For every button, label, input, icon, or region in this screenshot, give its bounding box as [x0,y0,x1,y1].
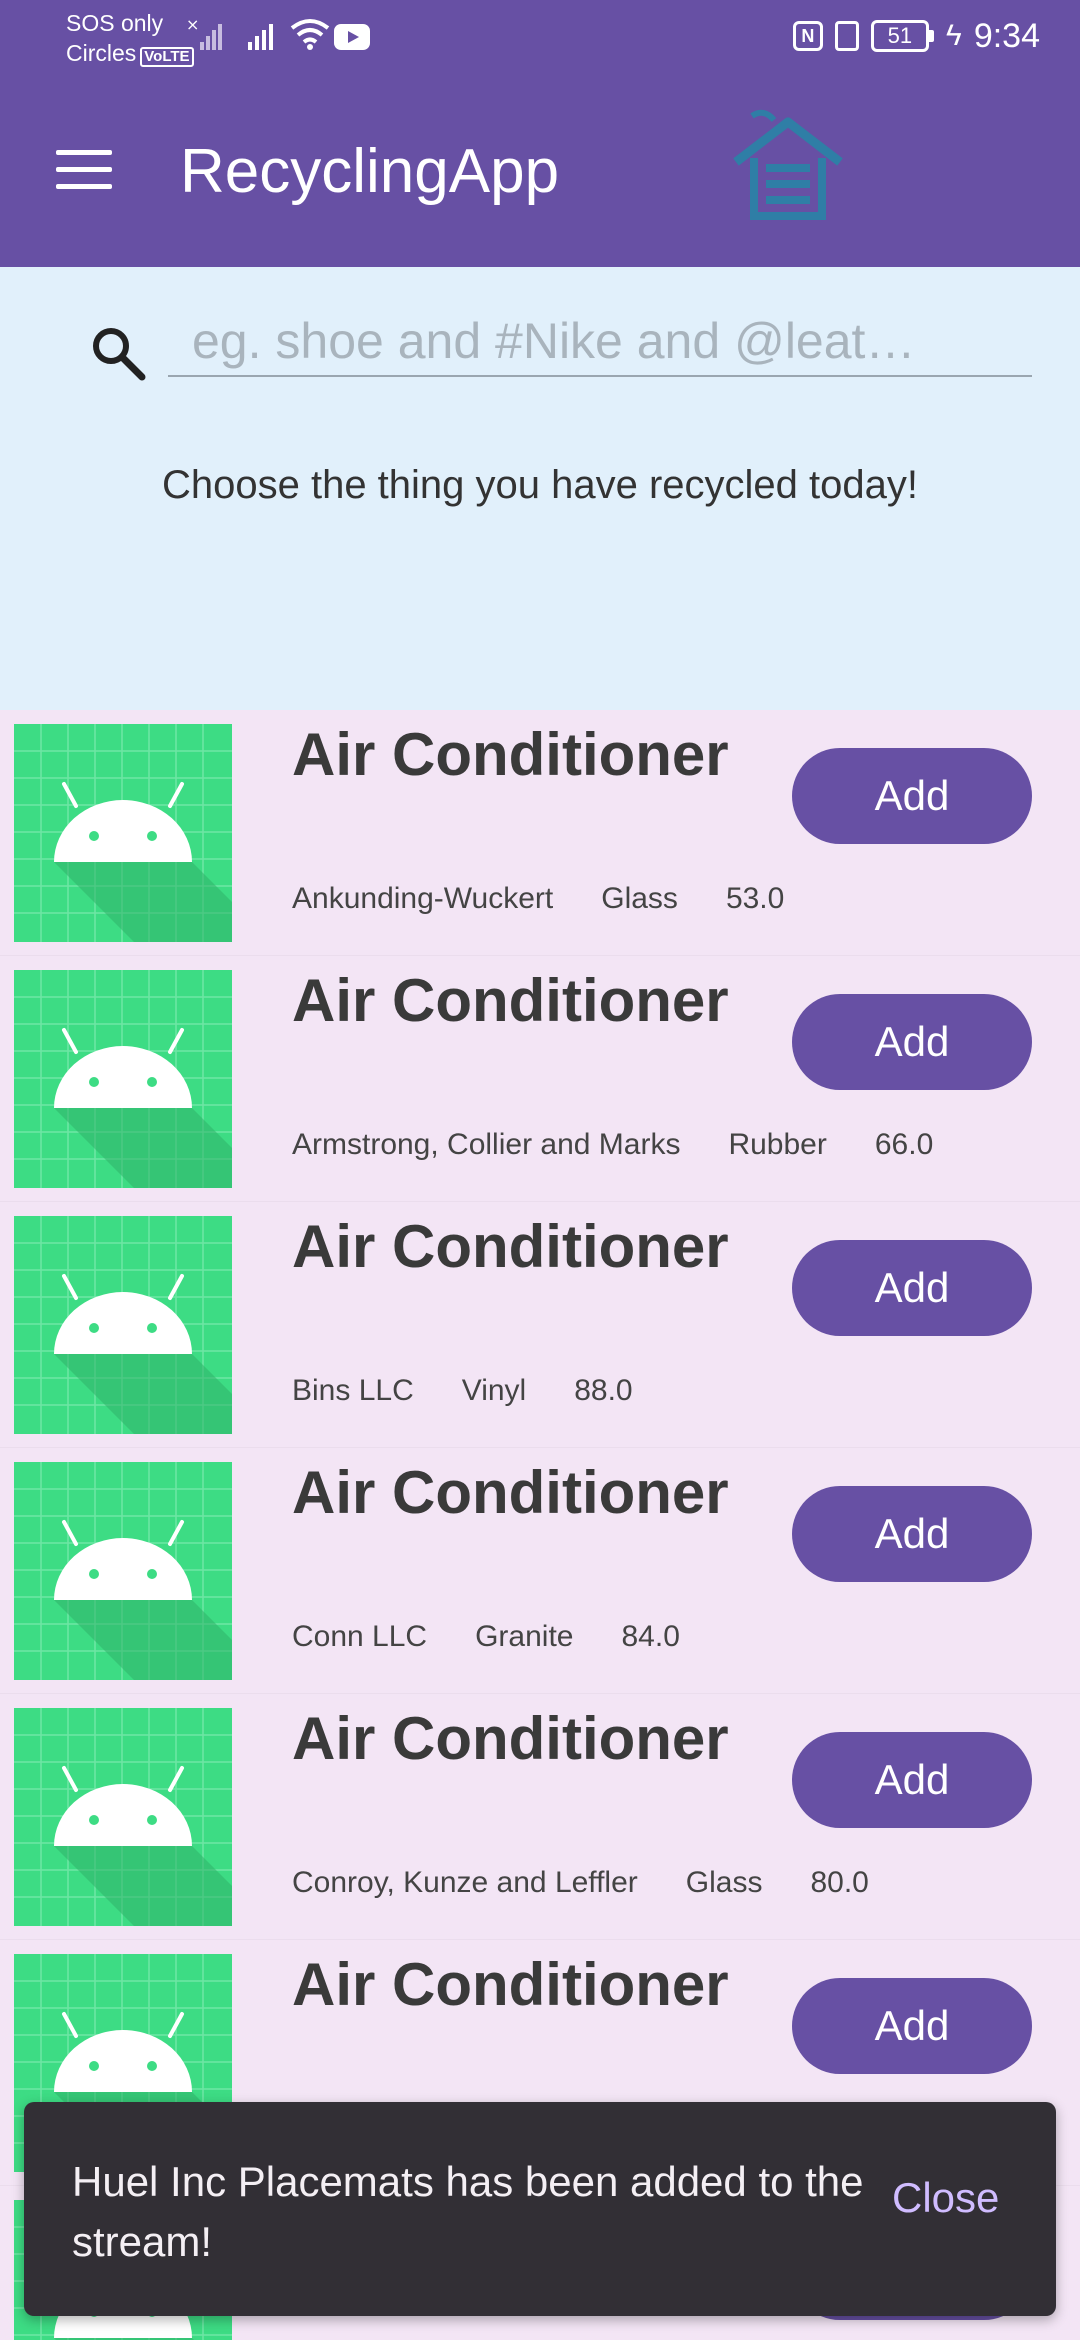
app-bar: RecyclingApp [0,70,1080,267]
instruction-text: Choose the thing you have recycled today… [161,463,919,507]
list-item: Air Conditioner Conn LLC Granite 84.0 Ad… [0,1448,1080,1694]
item-meta: Armstrong, Collier and Marks Rubber 66.0 [292,1128,933,1162]
item-value: 66.0 [874,1128,934,1161]
item-brand: Ankunding-Wuckert [292,882,554,915]
android-placeholder-image [14,724,232,942]
item-title: Air Conditioner [292,967,729,1034]
item-meta: Conroy, Kunze and Leffler Glass 80.0 [292,1866,869,1900]
charging-icon: ϟ [945,19,962,52]
recycling-house-icon [733,109,843,220]
youtube-icon [334,24,370,50]
hamburger-menu-icon[interactable] [56,150,112,190]
list-item: Air Conditioner Ankunding-Wuckert Glass … [0,710,1080,956]
status-bar: SOS only Circles VoLTE × N 51 ϟ 9:34 [0,0,1080,70]
snackbar: Huel Inc Placemats has been added to the… [24,2102,1056,2316]
search-input[interactable] [168,307,1032,377]
search-icon [93,328,146,381]
add-button[interactable]: Add [792,1732,1032,1828]
carrier-line-2: Circles VoLTE [66,38,194,68]
item-value: 53.0 [725,882,785,915]
item-material: Glass [685,1866,763,1899]
vibrate-icon [834,21,859,51]
search-area: Choose the thing you have recycled today… [0,267,1080,710]
battery-icon: 51 [870,20,934,52]
android-placeholder-image [14,1462,232,1680]
svg-text:×: × [186,16,199,34]
snackbar-close-button[interactable]: Close [892,2174,999,2222]
nfc-icon: N [792,21,823,51]
item-brand: Conn LLC [292,1620,428,1653]
item-list[interactable]: Air Conditioner Ankunding-Wuckert Glass … [0,710,1080,2340]
app-title: RecyclingApp [180,137,560,206]
carrier-name: Circles [66,40,137,66]
item-meta: Ankunding-Wuckert Glass 53.0 [292,882,784,916]
add-button[interactable]: Add [792,994,1032,1090]
list-item: Air Conditioner Bins LLC Vinyl 88.0 Add [0,1202,1080,1448]
snackbar-message: Huel Inc Placemats has been added to the… [72,2158,864,2265]
item-brand: Armstrong, Collier and Marks [292,1128,681,1161]
item-meta: Bins LLC Vinyl 88.0 [292,1374,633,1408]
add-button[interactable]: Add [792,1240,1032,1336]
android-placeholder-image [14,1216,232,1434]
signal-x-icon: × [186,16,222,50]
item-title: Air Conditioner [292,1459,729,1526]
add-button[interactable]: Add [792,1486,1032,1582]
battery-level: 51 [870,20,929,52]
status-right: N 51 ϟ 9:34 [792,16,1040,56]
clock: 9:34 [973,16,1040,55]
item-brand: Conroy, Kunze and Leffler [292,1866,638,1899]
add-button[interactable]: Add [792,1978,1032,2074]
item-material: Granite [475,1620,574,1653]
add-button[interactable]: Add [792,748,1032,844]
list-item: Air Conditioner Armstrong, Collier and M… [0,956,1080,1202]
item-title: Air Conditioner [292,1213,729,1280]
item-value: 84.0 [621,1620,680,1653]
item-brand: Bins LLC [292,1374,414,1407]
item-meta: Conn LLC Granite 84.0 [292,1620,680,1654]
android-placeholder-image [14,1708,232,1926]
list-item: Air Conditioner Conroy, Kunze and Leffle… [0,1694,1080,1940]
item-material: Rubber [728,1128,827,1161]
wifi-icon [290,19,330,50]
item-title: Air Conditioner [292,1705,729,1772]
carrier-line-1: SOS only [66,10,164,36]
item-value: 88.0 [574,1374,633,1407]
item-material: Glass [601,882,678,915]
item-value: 80.0 [810,1866,869,1899]
android-placeholder-image [14,970,232,1188]
signal-icon [248,24,273,50]
item-title: Air Conditioner [292,721,729,788]
item-material: Vinyl [461,1374,527,1407]
item-title: Air Conditioner [292,1951,729,2018]
carrier-info: SOS only Circles VoLTE [66,8,194,68]
